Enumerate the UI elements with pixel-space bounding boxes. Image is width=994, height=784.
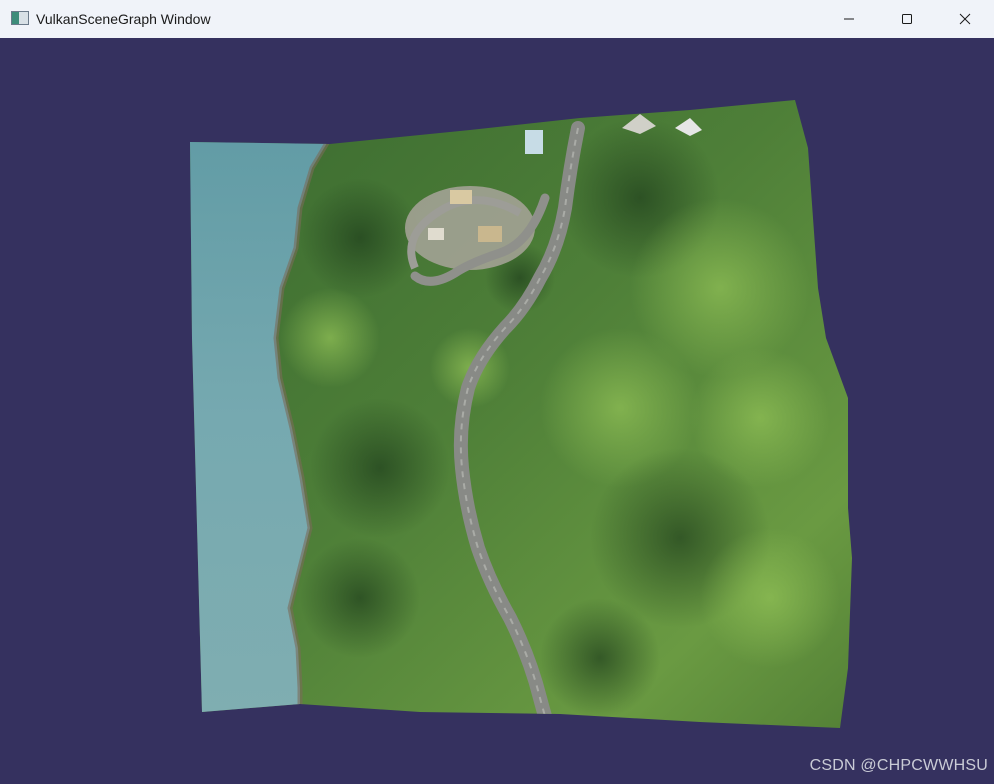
app-window: VulkanSceneGraph Window CSDN @CHPCWWHSU (0, 0, 994, 784)
building (478, 226, 502, 242)
terrain-tile (190, 100, 852, 728)
terrain-scene[interactable] (0, 38, 994, 784)
watermark-text: CSDN @CHPCWWHSU (809, 757, 988, 774)
render-viewport[interactable]: CSDN @CHPCWWHSU (0, 38, 994, 784)
building (450, 190, 472, 204)
app-window-icon[interactable] (11, 11, 29, 25)
title-bar[interactable]: VulkanSceneGraph Window (0, 0, 994, 38)
window-title: VulkanSceneGraph Window (36, 11, 211, 27)
close-icon (959, 13, 971, 25)
maximize-button[interactable] (878, 0, 936, 38)
minimize-icon (844, 18, 854, 20)
maximize-icon (902, 14, 912, 24)
minimize-button[interactable] (820, 0, 878, 38)
building (525, 130, 543, 154)
close-button[interactable] (936, 0, 994, 38)
building (428, 228, 444, 240)
